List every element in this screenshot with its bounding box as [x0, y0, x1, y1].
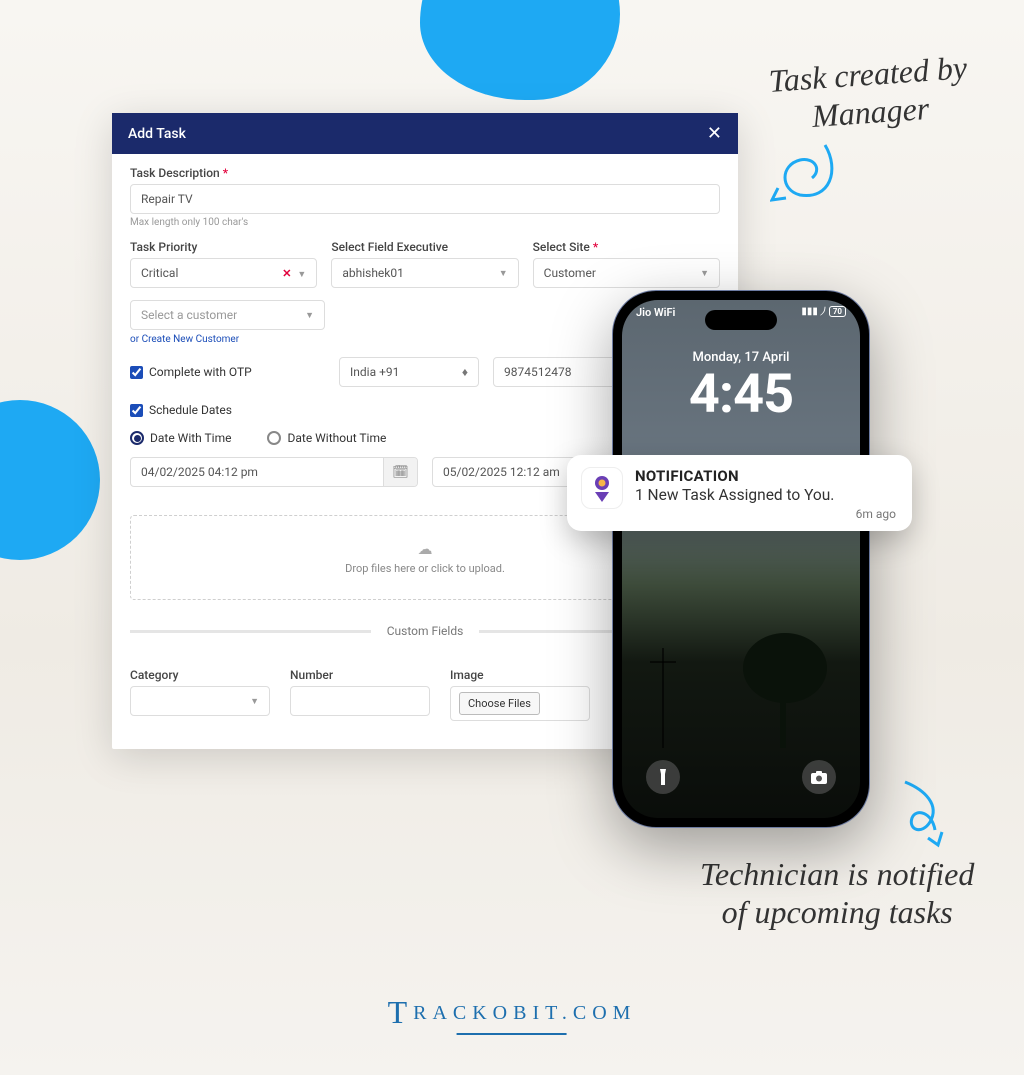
priority-clear-icon[interactable]: ✕: [282, 267, 291, 280]
priority-label: Task Priority: [130, 240, 317, 254]
task-description-label: Task Description *: [130, 166, 720, 180]
modal-header: Add Task ✕: [112, 113, 738, 154]
notification-time: 6m ago: [635, 507, 896, 521]
number-label: Number: [290, 668, 430, 682]
site-select[interactable]: Customer ▼: [533, 258, 720, 288]
phone-lockscreen: Jio WiFi ▮▮▮ ⵰ 70 Monday, 17 April 4:45: [622, 300, 860, 818]
bg-blob-top: [420, 0, 620, 100]
chevron-down-icon: ▼: [499, 268, 508, 279]
phone-code-select[interactable]: India +91 ♦: [339, 357, 479, 387]
schedule-checkbox[interactable]: [130, 404, 143, 417]
chevron-down-icon: ▼: [250, 696, 259, 707]
annotation-bottom: Technician is notifiedof upcoming tasks: [700, 855, 974, 932]
modal-title: Add Task: [128, 126, 186, 142]
image-file-container: Choose Files: [450, 686, 590, 721]
arrow-bottom-icon: [890, 780, 960, 855]
chevron-down-icon: ▼: [305, 310, 314, 321]
choose-files-button[interactable]: Choose Files: [459, 692, 540, 715]
customer-select[interactable]: Select a customer ▼: [130, 300, 325, 330]
task-description-hint: Max length only 100 char's: [130, 217, 720, 228]
signal-icon: ▮▮▮: [801, 306, 818, 317]
date-without-time-radio[interactable]: Date Without Time: [267, 431, 386, 445]
schedule-label: Schedule Dates: [149, 403, 232, 417]
footer-logo: TRACKOBIT.COM: [388, 990, 637, 1035]
otp-checkbox[interactable]: [130, 366, 143, 379]
camera-button[interactable]: [802, 760, 836, 794]
dynamic-island: [705, 310, 777, 330]
notification-message: 1 New Task Assigned to You.: [635, 486, 896, 504]
notification-card[interactable]: NOTIFICATION 1 New Task Assigned to You.…: [567, 455, 912, 531]
task-description-input[interactable]: Repair TV: [130, 184, 720, 214]
chevron-down-icon: ▼: [297, 270, 306, 280]
arrow-top-icon: [770, 140, 850, 230]
category-label: Category: [130, 668, 270, 682]
create-customer-link[interactable]: or Create New Customer: [130, 334, 325, 345]
executive-select[interactable]: abhishek01 ▼: [331, 258, 518, 288]
calendar-icon[interactable]: 🗓: [383, 458, 417, 486]
notification-app-icon: [581, 467, 623, 509]
category-select[interactable]: ▼: [130, 686, 270, 716]
notification-title: NOTIFICATION: [635, 467, 896, 485]
date-with-time-radio[interactable]: Date With Time: [130, 431, 231, 445]
site-label: Select Site *: [533, 240, 720, 254]
wifi-icon: ⵰: [821, 306, 826, 317]
carrier-label: Jio WiFi: [636, 306, 675, 319]
tree-silhouette: [730, 628, 830, 748]
flashlight-button[interactable]: [646, 760, 680, 794]
otp-label: Complete with OTP: [149, 365, 252, 379]
priority-select[interactable]: Critical ✕▼: [130, 258, 317, 288]
number-input[interactable]: [290, 686, 430, 716]
annotation-top: Task created byManager: [768, 48, 971, 138]
executive-label: Select Field Executive: [331, 240, 518, 254]
phone-mockup: Jio WiFi ▮▮▮ ⵰ 70 Monday, 17 April 4:45: [612, 290, 870, 828]
status-icons: ▮▮▮ ⵰ 70: [801, 306, 846, 317]
bg-blob-left: [0, 400, 100, 560]
lockscreen-time: 4:45: [622, 363, 860, 426]
start-date-input[interactable]: 04/02/2025 04:12 pm 🗓: [130, 457, 418, 487]
image-label: Image: [450, 668, 590, 682]
battery-indicator: 70: [829, 306, 846, 317]
close-icon[interactable]: ✕: [707, 123, 722, 144]
chevron-down-icon: ▼: [700, 268, 709, 279]
